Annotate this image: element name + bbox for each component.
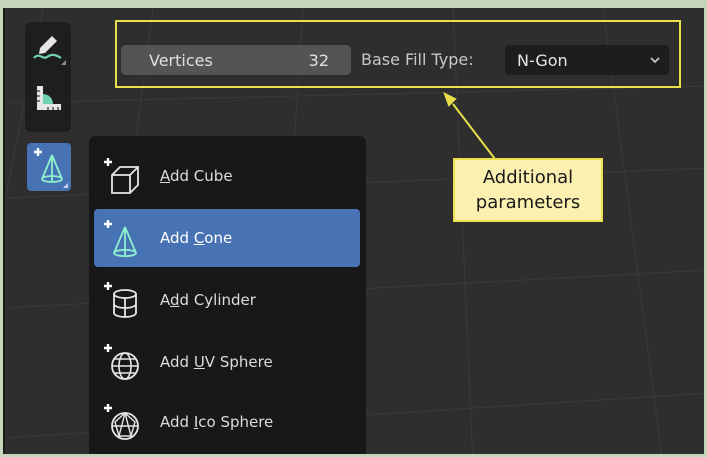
menu-item-add-cylinder[interactable]: Add Cylinder xyxy=(94,271,360,329)
add-cone-icon xyxy=(104,220,137,258)
callout-box: Additional parameters xyxy=(453,158,603,222)
callout-line2: parameters xyxy=(475,192,581,213)
menu-item-label: Add Ico Sphere xyxy=(160,413,274,431)
menu-item-label: Add Cone xyxy=(160,229,233,247)
3d-viewport[interactable]: Vertices 32 Base Fill Type: N-Gon Additi… xyxy=(3,8,704,454)
menu-item-add-ico-sphere[interactable]: Add Ico Sphere xyxy=(94,393,360,451)
add-mesh-menu: Add Cube Add Cone Add Cylinder Add UV Sp… xyxy=(89,136,366,454)
menu-item-label: Add UV Sphere xyxy=(160,353,273,371)
add-uv-sphere-icon xyxy=(104,344,139,380)
add-ico-sphere-icon xyxy=(104,404,139,440)
callout-line1: Additional xyxy=(482,167,574,188)
screenshot-frame: Vertices 32 Base Fill Type: N-Gon Additi… xyxy=(0,0,707,457)
add-cylinder-icon xyxy=(104,282,137,318)
menu-item-label: Add Cube xyxy=(160,167,233,185)
add-cube-icon xyxy=(104,158,139,194)
menu-item-add-cone[interactable]: Add Cone xyxy=(94,209,360,267)
menu-item-label: Add Cylinder xyxy=(160,291,256,309)
menu-item-add-cube[interactable]: Add Cube xyxy=(94,147,360,205)
menu-item-add-uv-sphere[interactable]: Add UV Sphere xyxy=(94,333,360,391)
